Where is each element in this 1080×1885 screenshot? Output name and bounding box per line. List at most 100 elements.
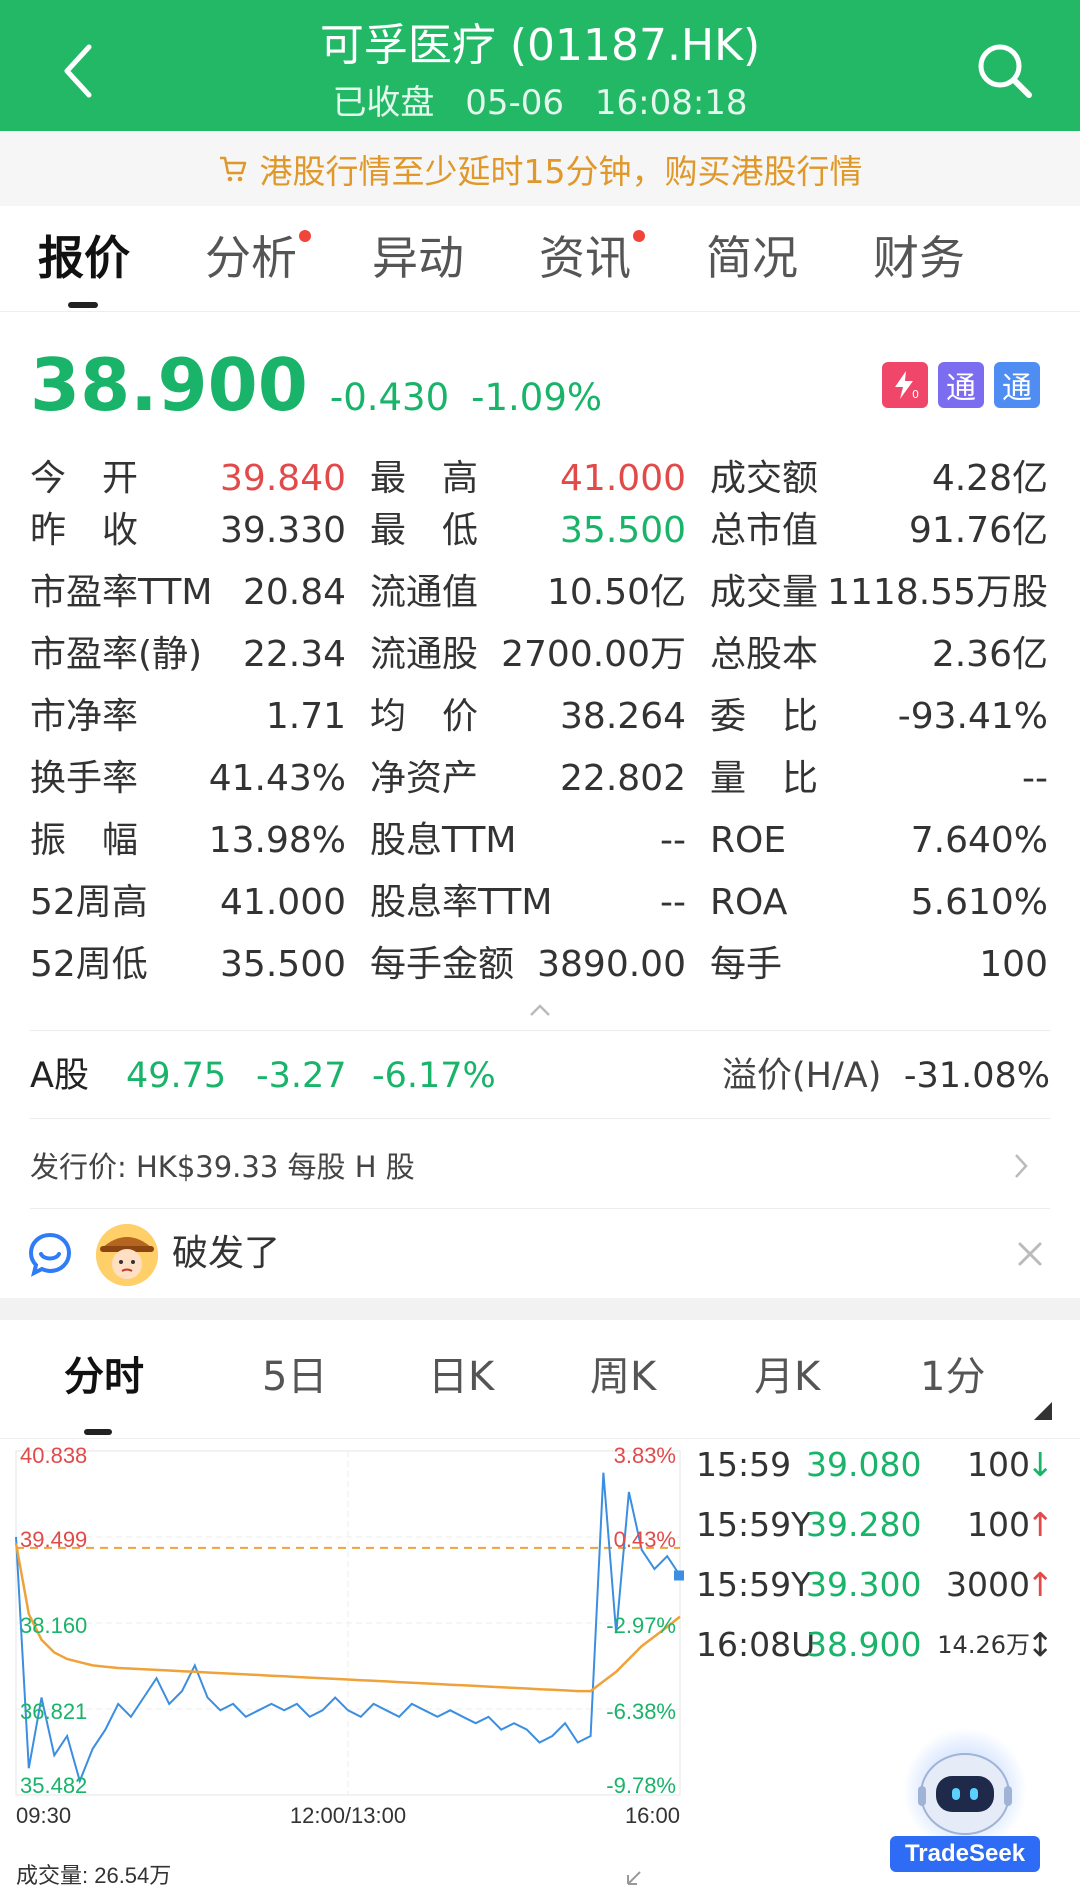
chart-tab-weekly-k[interactable]: 周K [590,1350,656,1404]
comment-text: 破发了 [172,1233,281,1274]
stat-value: 41.43% [208,758,346,799]
section-tabs: 报价 分析 异动 资讯 简况 财务 [0,206,1080,312]
search-icon [978,44,1032,98]
stat-item: 52周高 41.000 [30,878,346,928]
expand-arrow-icon [627,1871,641,1885]
stat-item: 今 开 39.840 [30,454,346,504]
chart-tab-1min[interactable]: 1分 [920,1350,985,1404]
stat-item: 最 高 41.000 [370,454,686,504]
chevron-up-icon [530,1004,550,1016]
price-change: -0.430 [329,376,450,419]
stat-value: 5.610% [910,882,1048,923]
stat-label: 每手金额 [370,944,515,985]
y-axis-label: 38.160 [20,1613,87,1638]
stock-connect-badge[interactable]: 通 [938,362,984,408]
tick-direction-icon: ↓ [1026,1445,1054,1484]
tab-news[interactable]: 资讯 [539,228,645,288]
stat-item: 振 幅 13.98% [30,816,346,866]
avatar[interactable] [96,1224,158,1286]
stat-value: 100 [979,944,1048,985]
x-axis-label: 09:30 [16,1803,71,1828]
svg-text:0: 0 [912,388,919,401]
stat-value: -- [1022,758,1048,799]
stat-label: 振 幅 [30,820,139,861]
stat-label: 最 高 [370,458,479,499]
tradeseek-label: TradeSeek [905,1840,1026,1867]
premium-value: -31.08% [903,1056,1050,1096]
stat-label: 今 开 [30,458,139,499]
stat-item: ROA 5.610% [710,878,1048,928]
stat-item: 股息TTM -- [370,816,686,866]
stat-value: -- [660,820,686,861]
premium-label: 溢价(H/A) [722,1056,882,1096]
stat-value: -- [660,882,686,923]
status-text: 已收盘 [332,83,435,123]
stat-item: 总市值 91.76亿 [710,506,1048,556]
stat-item: 成交额 4.28亿 [710,454,1048,504]
stat-item: 均 价 38.264 [370,692,686,742]
tick-volume: 100 [967,1445,1030,1484]
tradeseek-assistant-button[interactable]: TradeSeek [890,1728,1040,1878]
expand-triangle-icon[interactable] [1034,1402,1052,1420]
stat-value: 39.840 [220,458,346,499]
tab-analysis[interactable]: 分析 [205,228,311,288]
issue-price-row[interactable]: 发行价: HK$39.33 每股 H 股 [30,1145,1050,1189]
stat-item: 总股本 2.36亿 [710,630,1048,680]
chart-tab-intraday[interactable]: 分时 [64,1350,144,1404]
stat-item: 净资产 22.802 [370,754,686,804]
chart-tab-5day[interactable]: 5日 [262,1350,327,1404]
divider [30,1030,1050,1031]
stat-value: 39.330 [220,510,346,551]
stat-label: 净资产 [370,758,479,799]
close-icon[interactable] [1010,1234,1050,1274]
stat-value: 22.802 [560,758,686,799]
stock-connect-badge[interactable]: 通 [994,362,1040,408]
divider [30,1208,1050,1209]
tab-quote[interactable]: 报价 [38,228,130,288]
stat-value: 4.28亿 [931,458,1048,499]
y-axis-label: 35.482 [20,1773,87,1798]
y-axis-label: 36.821 [20,1699,87,1724]
a-share-row[interactable]: A股 49.75 -3.27 -6.17% 溢价(H/A) -31.08% [30,1050,1050,1102]
stat-item: 成交量 1118.55万股 [710,568,1048,618]
stat-label: 市盈率TTM [30,572,213,613]
stat-value: 2.36亿 [931,634,1048,675]
tab-movement[interactable]: 异动 [372,228,464,288]
collapse-button[interactable] [528,1000,552,1020]
market-status: 已收盘 05-06 16:08:18 [0,82,1080,124]
intraday-chart[interactable]: 40.838 39.499 38.160 36.821 35.482 3.83% 0.43%… [0,1439,690,1885]
volume-label: 成交量: 26.54万 [16,1863,171,1885]
stat-item: 股息率TTM -- [370,878,686,928]
tick-price: 39.300 [806,1565,922,1604]
chart-tab-monthly-k[interactable]: 月K [754,1350,820,1404]
cart-icon [218,154,248,184]
tick-direction-icon: ↑ [1026,1505,1054,1544]
y-axis-pct-label: -2.97% [606,1613,676,1638]
section-separator [0,1298,1080,1320]
stat-item: 市盈率TTM 20.84 [30,568,346,618]
lightning-icon: 0 [895,371,919,401]
search-button[interactable] [970,36,1040,106]
y-axis-label: 40.838 [20,1443,87,1468]
a-share-price: 49.75 [126,1056,227,1096]
current-price: 38.900 [30,343,308,427]
tab-finance[interactable]: 财务 [873,228,965,288]
y-axis-pct-label: 3.83% [614,1443,676,1468]
stat-item: 量 比 -- [710,754,1048,804]
delay-notice[interactable]: 港股行情至少延时15分钟，购买港股行情 [0,131,1080,206]
stat-item: 昨 收 39.330 [30,506,346,556]
chart-tab-daily-k[interactable]: 日K [428,1350,494,1404]
stat-label: 市盈率(静) [30,634,203,675]
tick-time: 16:08U [696,1625,816,1664]
comment-banner[interactable]: 破发了 [0,1212,1080,1296]
stat-label: 委 比 [710,696,819,737]
tick-volume: 14.26万 [937,1631,1030,1659]
lightning-badge[interactable]: 0 [882,362,928,408]
tick-price: 39.080 [806,1445,922,1484]
stat-value: 38.264 [560,696,686,737]
stat-label: 总市值 [710,510,819,551]
stat-item: 52周低 35.500 [30,940,346,990]
tick-price: 39.280 [806,1505,922,1544]
price-change-pct: -1.09% [471,376,603,419]
tab-profile[interactable]: 简况 [706,228,798,288]
